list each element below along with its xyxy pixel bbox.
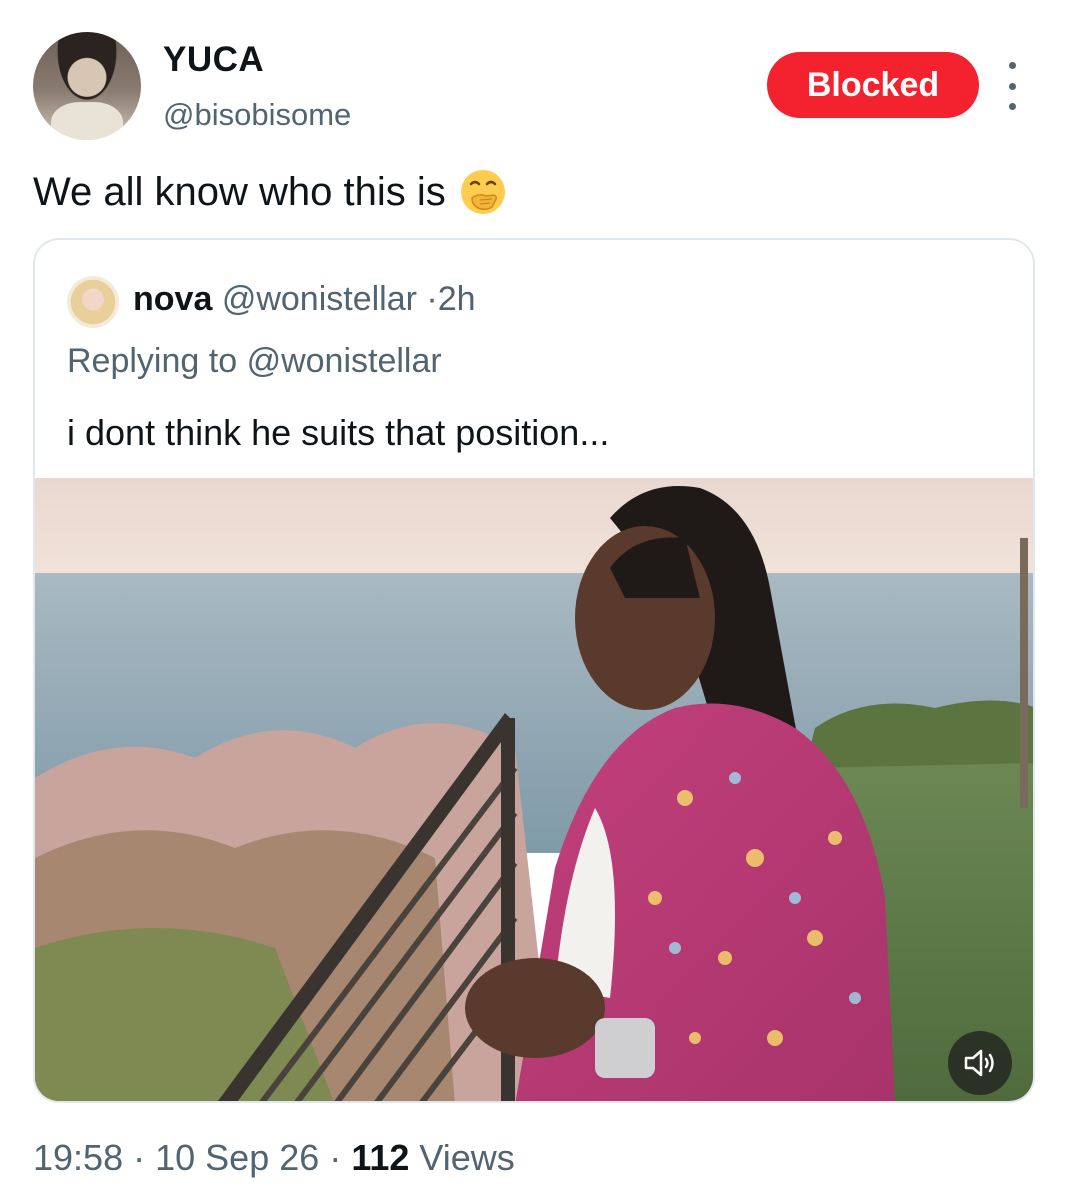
author-display-name[interactable]: YUCA <box>163 40 264 80</box>
tweet-text: We all know who this is <box>33 167 508 217</box>
face-with-hand-over-mouth-icon <box>460 170 505 214</box>
quoted-header: nova @wonistellar ·2h <box>133 280 476 319</box>
author-handle[interactable]: @bisobisome <box>163 97 351 133</box>
tweet-text-content: We all know who this is <box>33 169 446 214</box>
tweet-meta: 19:58 · 10 Sep 26 · 112 Views <box>33 1137 515 1179</box>
replying-prefix: Replying to <box>67 342 238 380</box>
quoted-tweet-text: i dont think he suits that position... <box>67 412 610 453</box>
views-count[interactable]: 112 <box>351 1137 409 1178</box>
author-avatar[interactable] <box>33 32 141 140</box>
quoted-author-handle[interactable]: @wonistellar <box>222 280 417 318</box>
more-options-icon[interactable] <box>997 62 1027 110</box>
quoted-separator: · <box>426 280 438 318</box>
replying-to-line: Replying to @wonistellar <box>67 342 442 381</box>
quoted-author-name[interactable]: nova <box>133 280 212 318</box>
tweet-time[interactable]: 19:58 <box>33 1137 123 1178</box>
meta-dot: · <box>329 1137 342 1178</box>
tweet-date[interactable]: 10 Sep 26 <box>155 1137 319 1178</box>
views-label: Views <box>419 1137 515 1178</box>
quoted-tweet-card[interactable]: nova @wonistellar ·2h Replying to @wonis… <box>33 238 1035 1103</box>
meta-dot: · <box>133 1137 146 1178</box>
quoted-author-avatar[interactable] <box>67 276 119 328</box>
replying-to-mention[interactable]: @wonistellar <box>247 342 442 380</box>
quoted-time[interactable]: 2h <box>438 280 476 318</box>
video-frame <box>35 478 1033 1101</box>
quoted-video[interactable] <box>35 478 1033 1101</box>
speaker-icon[interactable] <box>948 1031 1012 1095</box>
blocked-button[interactable]: Blocked <box>767 52 979 118</box>
